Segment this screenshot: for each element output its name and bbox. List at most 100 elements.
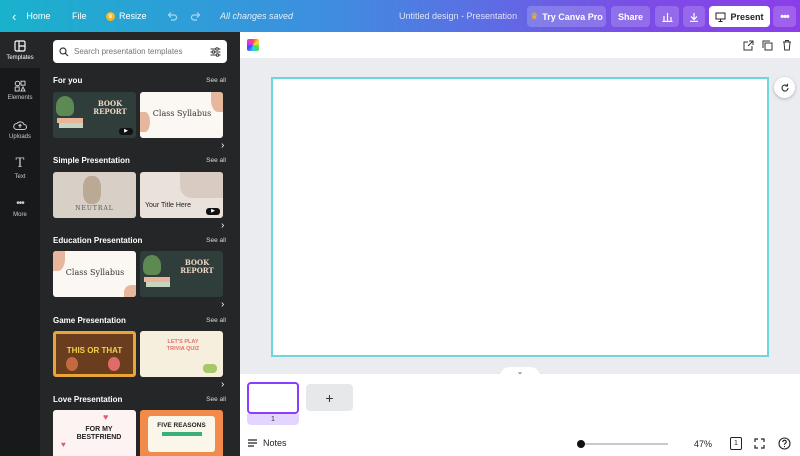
rail-item-uploads[interactable]: Uploads bbox=[0, 112, 40, 148]
redo-button[interactable] bbox=[190, 0, 202, 32]
page-count-button[interactable]: 1 bbox=[730, 437, 742, 450]
chevron-right-icon[interactable]: › bbox=[221, 220, 231, 232]
share-button[interactable]: Share bbox=[611, 6, 650, 27]
template-thumb-five-reasons[interactable]: FIVE REASONS bbox=[140, 410, 223, 456]
template-title: BOOK REPORT bbox=[180, 258, 214, 275]
plus-icon: + bbox=[325, 389, 334, 406]
filter-sliders-icon[interactable] bbox=[210, 46, 221, 57]
color-picker-icon[interactable] bbox=[247, 39, 259, 51]
refresh-ai-button[interactable] bbox=[774, 77, 795, 98]
template-title: BOOK REPORT bbox=[93, 99, 127, 116]
heart-icon: ♥ bbox=[61, 440, 66, 449]
character-illustration bbox=[108, 357, 120, 371]
crown-icon: ♛ bbox=[106, 11, 115, 21]
plant-illustration bbox=[83, 176, 101, 204]
section-title: Education Presentation bbox=[53, 236, 143, 245]
fullscreen-icon[interactable] bbox=[754, 438, 765, 449]
help-icon[interactable] bbox=[778, 437, 791, 450]
try-canva-pro-button[interactable]: ♛ Try Canva Pro bbox=[527, 6, 606, 27]
template-thumb-class-syllabus[interactable]: Class Syllabus bbox=[140, 92, 223, 138]
chevron-right-icon[interactable]: › bbox=[221, 379, 231, 391]
top-bar: ‹ Home File ♛ Resize All changes saved U… bbox=[0, 0, 800, 32]
undo-icon bbox=[167, 12, 178, 21]
present-button[interactable]: Present bbox=[709, 6, 770, 27]
page-thumbnail[interactable] bbox=[247, 382, 299, 414]
export-share-icon[interactable] bbox=[743, 40, 754, 51]
add-page-button[interactable]: + bbox=[306, 384, 353, 411]
template-thumb-your-title[interactable]: Your Title Here ▶ bbox=[140, 172, 223, 218]
file-menu[interactable]: File bbox=[72, 0, 87, 32]
template-title: LET'S PLAY TRIVIA QUIZ bbox=[166, 339, 200, 352]
crown-icon: ♛ bbox=[530, 11, 539, 21]
zoom-slider[interactable] bbox=[580, 443, 668, 445]
rail-label: More bbox=[13, 212, 27, 218]
books-illustration bbox=[59, 123, 83, 128]
text-t-icon: T bbox=[15, 156, 25, 171]
cloud-upload-icon bbox=[13, 121, 27, 130]
template-title: Your Title Here bbox=[145, 202, 192, 209]
try-pro-label: Try Canva Pro bbox=[542, 11, 603, 22]
chevron-right-icon[interactable]: › bbox=[221, 140, 231, 152]
undo-button[interactable] bbox=[166, 0, 178, 32]
insights-button[interactable] bbox=[655, 6, 679, 27]
see-all-link[interactable]: See all bbox=[206, 317, 226, 324]
bar-chart-icon bbox=[662, 12, 672, 22]
see-all-link[interactable]: See all bbox=[206, 157, 226, 164]
rail-label: Elements bbox=[7, 94, 33, 101]
duplicate-page-icon[interactable] bbox=[762, 40, 773, 51]
share-label: Share bbox=[617, 11, 643, 22]
home-button[interactable]: ‹ Home bbox=[12, 0, 50, 32]
elements-icon bbox=[14, 80, 26, 91]
redo-icon bbox=[190, 12, 201, 21]
plant-illustration bbox=[143, 255, 161, 275]
rail-item-more[interactable]: ••• More bbox=[0, 190, 40, 226]
chevron-left-icon: ‹ bbox=[12, 8, 17, 24]
trash-icon[interactable] bbox=[782, 39, 792, 51]
section-title: Love Presentation bbox=[53, 395, 123, 404]
rail-label: Text bbox=[14, 174, 26, 180]
section-title: Game Presentation bbox=[53, 316, 126, 325]
template-thumb-book-report[interactable]: BOOK REPORT ▶ bbox=[53, 92, 136, 138]
template-thumb-class-syllabus-2[interactable]: Class Syllabus bbox=[53, 251, 136, 297]
template-thumb-trivia[interactable]: LET'S PLAY TRIVIA QUIZ bbox=[140, 331, 223, 377]
see-all-link[interactable]: See all bbox=[206, 237, 226, 244]
page-thumbnail-number: 1 bbox=[247, 414, 299, 425]
notes-label: Notes bbox=[263, 438, 287, 448]
see-all-link[interactable]: See all bbox=[206, 396, 226, 403]
template-title: THIS OR THAT bbox=[66, 346, 123, 355]
rail-label: Templates bbox=[6, 54, 34, 61]
notes-button[interactable]: Notes bbox=[247, 438, 287, 448]
template-title: FIVE REASONS bbox=[157, 422, 206, 429]
resize-label: Resize bbox=[119, 11, 147, 21]
more-dots-icon: ••• bbox=[780, 10, 790, 23]
download-button[interactable] bbox=[683, 6, 705, 27]
books-illustration bbox=[146, 282, 170, 287]
template-thumb-neutral[interactable]: NEUTRAL bbox=[53, 172, 136, 218]
slide-page[interactable] bbox=[271, 77, 769, 357]
rail-item-elements[interactable]: Elements bbox=[0, 72, 40, 108]
fabric-photo bbox=[180, 172, 223, 198]
chevron-right-icon[interactable]: › bbox=[221, 299, 231, 311]
file-label: File bbox=[72, 11, 87, 21]
more-options-button[interactable]: ••• bbox=[773, 6, 796, 27]
rail-item-templates[interactable]: Templates bbox=[0, 32, 40, 68]
page-count-label: 1 bbox=[734, 440, 738, 447]
zoom-slider-thumb[interactable] bbox=[577, 440, 585, 448]
heart-icon: ♥ bbox=[103, 412, 109, 422]
notes-icon bbox=[248, 439, 257, 447]
gamepad-icon bbox=[203, 364, 217, 373]
save-status: All changes saved bbox=[220, 11, 294, 21]
template-thumb-bestfriend[interactable]: ♥ ♥ FOR MY BESTFRIEND bbox=[53, 410, 136, 456]
resize-button[interactable]: ♛ Resize bbox=[106, 0, 147, 32]
rail-item-text[interactable]: T Text bbox=[0, 150, 40, 186]
template-thumb-this-or-that[interactable]: THIS OR THAT bbox=[53, 331, 136, 377]
zoom-level[interactable]: 47% bbox=[694, 439, 712, 449]
template-title: FOR MY BESTFRIEND bbox=[76, 426, 122, 441]
template-thumb-book-report-2[interactable]: BOOK REPORT bbox=[140, 251, 223, 297]
home-label: Home bbox=[26, 11, 51, 21]
see-all-link[interactable]: See all bbox=[206, 77, 226, 84]
decor-shape bbox=[124, 285, 136, 297]
search-input[interactable] bbox=[74, 47, 210, 56]
document-title[interactable]: Untitled design - Presentation bbox=[399, 0, 517, 32]
search-box[interactable] bbox=[53, 40, 227, 63]
